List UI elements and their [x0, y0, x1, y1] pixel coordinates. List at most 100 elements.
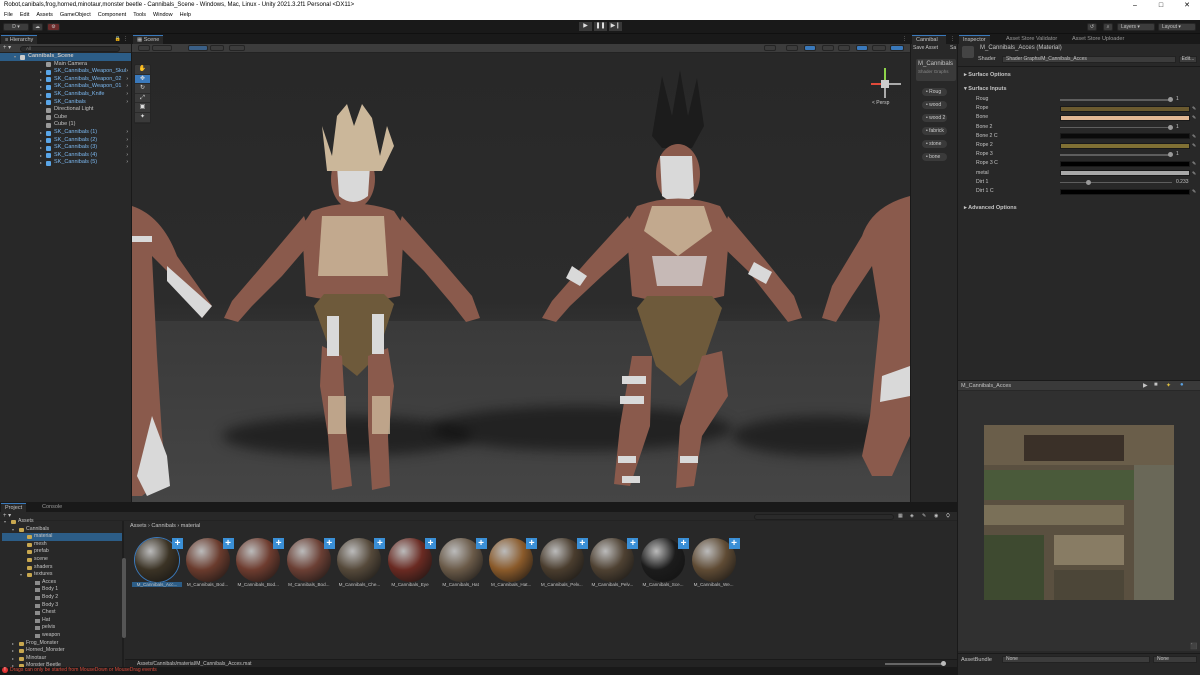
variant-plus-icon[interactable]: +	[576, 538, 588, 549]
color-field[interactable]	[1060, 170, 1190, 177]
filter-label-icon[interactable]: ◈	[910, 513, 914, 519]
zoom-slider-knob[interactable]	[941, 661, 946, 666]
project-folder-item[interactable]: ▾ textures	[2, 571, 122, 579]
folder-arrow-icon[interactable]: ▸	[12, 640, 14, 648]
hierarchy-search-input[interactable]: All	[20, 45, 120, 52]
assetbundle-dropdown[interactable]: None	[1002, 656, 1150, 663]
material-thumbnail[interactable]: +	[236, 538, 285, 582]
expand-arrow-icon[interactable]: ▸	[40, 83, 42, 91]
rect-tool-icon[interactable]: ▣	[135, 103, 150, 113]
project-folder-item[interactable]: ▾ Cannibals	[2, 526, 122, 534]
global-toggle[interactable]	[210, 45, 224, 51]
scene-menu-icon[interactable]: ⋮	[902, 36, 907, 42]
material-label[interactable]: M_Cannibals_Pelv...	[587, 582, 637, 587]
project-folder-item[interactable]: Chest	[2, 609, 122, 617]
slider-value[interactable]: 1	[1176, 123, 1179, 132]
hierarchy-item[interactable]: ▸ SK_Canibals ›	[0, 99, 131, 107]
surface-options-foldout[interactable]: ▸ Surface Options	[964, 72, 1011, 78]
hierarchy-item[interactable]: ▸ SK_Cannibals_Knife ›	[0, 91, 131, 99]
material-label[interactable]: M_Cannibals_Hat	[436, 582, 486, 587]
lighting-toggle[interactable]	[786, 45, 798, 51]
snap-dropdown[interactable]	[229, 45, 245, 51]
material-label[interactable]: M_Cannibals_Acc...	[132, 582, 182, 587]
slider-track[interactable]	[1060, 181, 1172, 184]
color-field[interactable]	[1060, 133, 1190, 140]
material-thumbnail[interactable]: +	[691, 538, 740, 582]
scale-tool-icon[interactable]: ⤢	[135, 94, 150, 104]
slider-value[interactable]: 1	[1176, 95, 1179, 104]
tab-asset-store-uploader[interactable]: Asset Store Uploader	[1068, 35, 1129, 44]
search-icon[interactable]: ⌕	[1103, 23, 1113, 31]
hierarchy-item[interactable]: ▸ SK_Cannibals (5) ›	[0, 159, 131, 167]
color-field[interactable]	[1060, 160, 1190, 167]
hierarchy-item[interactable]: ▸ SK_Cannibals (1) ›	[0, 129, 131, 137]
variant-plus-icon[interactable]: +	[728, 538, 740, 549]
material-label[interactable]: M_Cannibals_We...	[689, 582, 739, 587]
material-label[interactable]: M_Cannibals_Pelv...	[537, 582, 587, 587]
open-prefab-icon[interactable]: ›	[126, 83, 128, 91]
variant-plus-icon[interactable]: +	[678, 538, 689, 549]
variant-plus-icon[interactable]: +	[475, 538, 487, 549]
breadcrumb-item[interactable]: Cannibals	[151, 523, 175, 529]
project-folder-item[interactable]: pelvis	[2, 624, 122, 632]
hierarchy-item[interactable]: ▸ SK_Cannibals_Weapon_02 ›	[0, 76, 131, 84]
variant-plus-icon[interactable]: +	[526, 538, 538, 549]
expand-arrow-icon[interactable]: ▸	[40, 129, 42, 137]
menu-item-window[interactable]: Window	[153, 11, 173, 20]
hierarchy-item[interactable]: Cube (1)	[0, 121, 131, 129]
material-thumbnail[interactable]: +	[489, 538, 538, 582]
preview-resize-icon[interactable]: ⬛	[1190, 643, 1197, 650]
project-folder-item[interactable]: shaders	[2, 564, 122, 572]
layout-dropdown[interactable]: Layout ▾	[1158, 23, 1196, 31]
material-thumbnail[interactable]: +	[286, 538, 335, 582]
layers-dropdown[interactable]: Layers ▾	[1117, 23, 1155, 31]
cloud-icon[interactable]: ☁	[32, 23, 43, 31]
material-menu-icon[interactable]: ⋮	[950, 36, 955, 42]
material-thumbnail[interactable]: +	[135, 538, 183, 582]
tab-scene[interactable]: ▦ Scene	[133, 35, 164, 44]
open-prefab-icon[interactable]: ›	[126, 129, 128, 137]
material-label[interactable]: M_Cannibals_Sce...	[638, 582, 688, 587]
folder-arrow-icon[interactable]: ▸	[12, 655, 14, 663]
open-prefab-icon[interactable]: ›	[126, 76, 128, 84]
slider-value[interactable]: 0.233	[1176, 178, 1189, 187]
property-pill[interactable]: • Roug	[922, 88, 947, 96]
hierarchy-item[interactable]: ▾ Cannibals_Scene	[0, 53, 131, 61]
hierarchy-item[interactable]: ▸ SK_Cannibals_Weapon_01 ›	[0, 83, 131, 91]
camera-icon[interactable]	[856, 45, 868, 51]
folder-arrow-icon[interactable]: ▾	[12, 526, 14, 534]
project-folder-item[interactable]: scene	[2, 556, 122, 564]
material-label[interactable]: M_Cannibals_Eye	[385, 582, 435, 587]
surface-inputs-foldout[interactable]: ▾ Surface Inputs	[964, 86, 1007, 92]
project-folder-item[interactable]: Body 2	[2, 594, 122, 602]
hand-tool-icon[interactable]: ✋	[135, 65, 150, 75]
material-label[interactable]: M_Cannibals_Che...	[334, 582, 384, 587]
color-field[interactable]	[1060, 114, 1190, 121]
filter-type-icon[interactable]: ▦	[898, 513, 903, 519]
material-thumbnail[interactable]: +	[641, 538, 689, 582]
property-pill[interactable]: • bone	[922, 153, 947, 161]
pivot-toggle[interactable]	[188, 45, 208, 51]
slider-value[interactable]: 1	[1176, 150, 1179, 159]
favorite-icon[interactable]: ✎	[922, 513, 926, 519]
variant-plus-icon[interactable]: +	[374, 538, 386, 549]
hierarchy-item[interactable]: ▸ SK_Cannibals (3) ›	[0, 144, 131, 152]
material-thumbnail[interactable]: +	[388, 538, 436, 582]
project-folder-item[interactable]: prefab	[2, 548, 122, 556]
preview-sphere-icon[interactable]: ●	[1180, 382, 1184, 388]
slider-knob[interactable]	[1167, 124, 1173, 130]
hierarchy-item[interactable]: ▸ SK_Cannibals_Weapon_Skul ›	[0, 68, 131, 76]
slider-knob[interactable]	[1167, 97, 1173, 102]
open-prefab-icon[interactable]: ›	[126, 144, 128, 152]
variant-plus-icon[interactable]: +	[172, 538, 183, 549]
material-thumbnail[interactable]: +	[438, 538, 487, 582]
open-prefab-icon[interactable]: ›	[126, 68, 128, 76]
menu-item-help[interactable]: Help	[180, 11, 191, 20]
property-pill[interactable]: • stone	[922, 140, 947, 148]
folder-arrow-icon[interactable]: ▸	[12, 647, 14, 655]
advanced-options-foldout[interactable]: ▸ Advanced Options	[964, 205, 1017, 211]
2d-toggle[interactable]	[764, 45, 776, 51]
material-label[interactable]: M_Cannibals_Bod...	[183, 582, 233, 587]
perspective-label[interactable]: < Persp	[872, 100, 889, 106]
variant-plus-icon[interactable]: +	[222, 538, 234, 549]
